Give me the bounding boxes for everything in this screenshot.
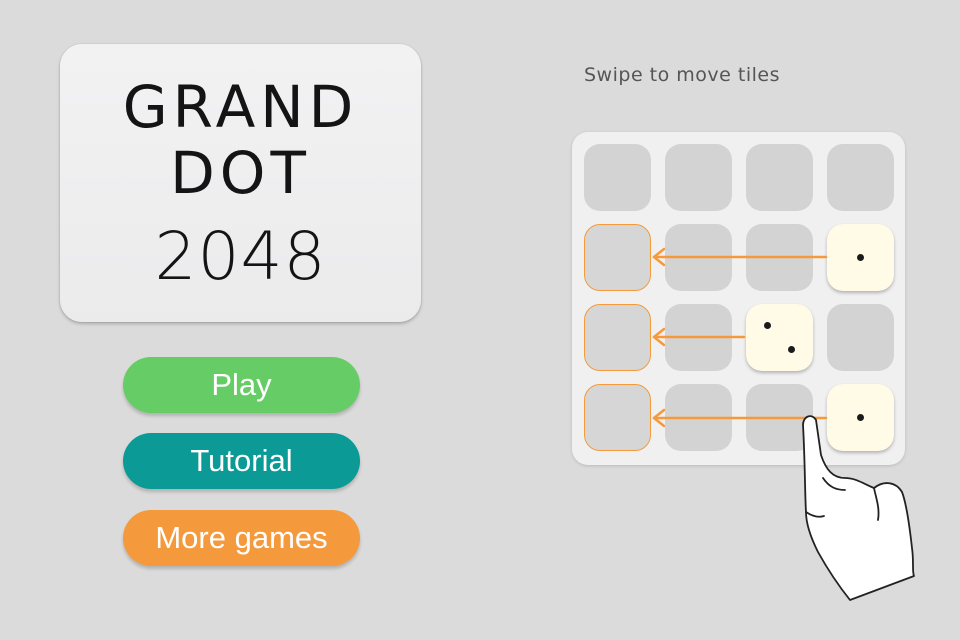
swipe-hint: Swipe to move tiles: [584, 64, 780, 86]
board-cell: [665, 224, 732, 291]
more-games-button[interactable]: More games: [123, 510, 360, 566]
dice-tile[interactable]: [746, 304, 813, 371]
dice-tile[interactable]: [827, 384, 894, 451]
board-cell: [746, 384, 813, 451]
board-cell: [584, 144, 651, 211]
dice-pip: [788, 346, 796, 354]
title-2048: 2048: [154, 218, 327, 295]
dice-pip: [857, 414, 864, 421]
board-cell: [827, 144, 894, 211]
target-cell: [584, 384, 651, 451]
title-card: GRAND DOT 2048: [60, 44, 421, 322]
tutorial-button[interactable]: Tutorial: [123, 433, 360, 489]
dice-tile[interactable]: [827, 224, 894, 291]
target-cell: [584, 304, 651, 371]
dice-pip: [763, 321, 771, 329]
title-grand: GRAND: [122, 73, 359, 141]
board-cell: [665, 144, 732, 211]
board-cell: [827, 304, 894, 371]
target-cell: [584, 224, 651, 291]
play-button[interactable]: Play: [123, 357, 360, 413]
game-board: [572, 132, 905, 465]
board-cell: [665, 384, 732, 451]
board-cell: [665, 304, 732, 371]
title-dot: DOT: [170, 139, 311, 207]
board-cell: [746, 144, 813, 211]
dice-pip: [857, 254, 864, 261]
board-cell: [746, 224, 813, 291]
